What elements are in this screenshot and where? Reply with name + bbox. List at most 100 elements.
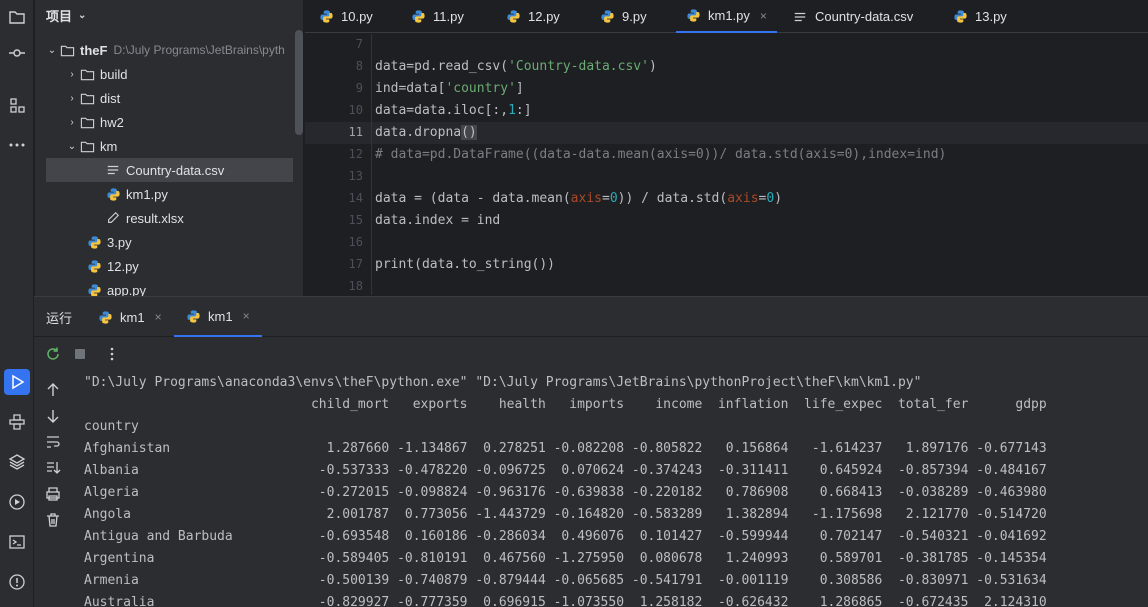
line-number: 9 xyxy=(355,81,363,95)
project-scrollbar[interactable] xyxy=(295,30,303,135)
line-number: 14 xyxy=(348,191,363,205)
more-vertical-icon[interactable] xyxy=(101,343,123,365)
tab-label: 12.py xyxy=(528,9,560,24)
chevron-right-icon[interactable]: › xyxy=(65,117,79,128)
code-line-current: data.dropna() xyxy=(375,125,477,140)
python-file-icon xyxy=(98,309,114,325)
trash-icon[interactable] xyxy=(42,509,64,531)
folder-icon[interactable] xyxy=(4,4,30,30)
python-file-icon xyxy=(953,9,969,25)
terminal-icon[interactable] xyxy=(4,529,30,555)
console-line-index-name: country xyxy=(84,419,139,434)
close-icon[interactable]: × xyxy=(760,9,767,23)
code-editor[interactable]: 7 8 9 10 11 12 13 14 15 16 17 18 data=pd… xyxy=(305,34,1148,295)
line-number: 18 xyxy=(348,279,363,293)
tree-item-app-py[interactable]: app.py xyxy=(86,278,146,296)
soft-wrap-icon[interactable] xyxy=(42,431,64,453)
console-line: Albania -0.537333 -0.478220 -0.096725 0.… xyxy=(84,463,1047,478)
run-tab-km1-active[interactable]: km1 × xyxy=(174,297,262,337)
run-panel-header: 运行 km1 × km1 × xyxy=(34,296,1148,337)
scroll-to-end-icon[interactable] xyxy=(42,457,64,479)
tab-13-py[interactable]: 13.py xyxy=(953,0,1007,33)
folder-icon xyxy=(79,66,95,82)
line-number-current: 11 xyxy=(348,125,363,139)
tree-item-build[interactable]: › build xyxy=(65,62,127,86)
tree-item-km1-py[interactable]: km1.py xyxy=(105,182,168,206)
run-toolbar xyxy=(34,337,1148,371)
editor-tab-bar: 10.py 11.py 12.py 9.py km1.py × Country-… xyxy=(305,0,1148,33)
tree-item-3-py[interactable]: 3.py xyxy=(86,230,132,254)
tab-label: 10.py xyxy=(341,9,373,24)
text-file-icon xyxy=(105,162,121,178)
tree-item-label: 12.py xyxy=(107,258,139,274)
tree-root-name: theF xyxy=(80,42,108,58)
rerun-icon[interactable] xyxy=(42,343,64,365)
code-line: ind=data['country'] xyxy=(375,81,524,96)
folder-icon xyxy=(79,114,95,130)
line-number: 16 xyxy=(348,235,363,249)
code-line: print(data.to_string()) xyxy=(375,257,556,272)
line-number: 13 xyxy=(348,169,363,183)
tab-label: 9.py xyxy=(622,9,647,24)
tree-item-label: 3.py xyxy=(107,234,132,250)
console-side-toolbar xyxy=(34,371,72,607)
chevron-right-icon[interactable]: › xyxy=(65,69,79,80)
chevron-down-icon[interactable]: ⌄ xyxy=(45,45,59,56)
tree-root[interactable]: ⌄ theF D:\July Programs\JetBrains\pyth xyxy=(45,38,285,62)
problems-icon[interactable] xyxy=(4,569,30,595)
tree-item-hw2[interactable]: › hw2 xyxy=(65,110,124,134)
services-icon[interactable] xyxy=(4,489,30,515)
tree-item-km[interactable]: ⌄ km xyxy=(65,134,118,158)
arrow-down-icon[interactable] xyxy=(42,405,64,427)
code-line: data=pd.read_csv('Country-data.csv') xyxy=(375,59,657,74)
chevron-down-icon[interactable]: ⌄ xyxy=(65,141,79,152)
layers-icon[interactable] xyxy=(4,449,30,475)
line-number: 10 xyxy=(348,103,363,117)
python-file-icon xyxy=(86,258,102,274)
line-number: 8 xyxy=(355,59,363,73)
tab-country-data-csv[interactable]: Country-data.csv xyxy=(793,0,913,33)
python-file-icon xyxy=(105,186,121,202)
commit-icon[interactable] xyxy=(4,40,30,66)
python-file-icon xyxy=(506,9,522,25)
arrow-up-icon[interactable] xyxy=(42,379,64,401)
close-icon[interactable]: × xyxy=(243,309,250,323)
console-output[interactable]: "D:\July Programs\anaconda3\envs\theF\py… xyxy=(72,371,1148,607)
python-file-icon xyxy=(411,9,427,25)
line-number: 12 xyxy=(348,147,363,161)
chevron-down-icon[interactable]: ⌄ xyxy=(78,10,86,21)
console-line: Algeria -0.272015 -0.098824 -0.963176 -0… xyxy=(84,485,1047,500)
console-line-header: child_mort exports health imports income… xyxy=(84,397,1047,412)
project-header[interactable]: 项目 ⌄ xyxy=(35,0,303,30)
tree-item-label: km1.py xyxy=(126,186,168,202)
console-line: Antigua and Barbuda -0.693548 0.160186 -… xyxy=(84,529,1047,544)
tab-11-py[interactable]: 11.py xyxy=(411,0,464,33)
console-line-command: "D:\July Programs\anaconda3\envs\theF\py… xyxy=(84,375,922,390)
run-tab-label: km1 xyxy=(120,309,145,325)
python-file-icon xyxy=(686,8,702,24)
run-panel-title: 运行 xyxy=(46,310,73,326)
tab-9-py[interactable]: 9.py xyxy=(600,0,647,33)
line-number: 15 xyxy=(348,213,363,227)
structure-icon[interactable] xyxy=(4,92,30,118)
tree-item-country-data-csv[interactable]: Country-data.csv xyxy=(46,158,293,182)
close-icon[interactable]: × xyxy=(155,310,162,324)
tab-km1-py[interactable]: km1.py × xyxy=(676,0,777,33)
tree-item-dist[interactable]: › dist xyxy=(65,86,120,110)
tab-12-py[interactable]: 12.py xyxy=(506,0,560,33)
tree-item-label: dist xyxy=(100,90,121,106)
run-tab-km1[interactable]: km1 × xyxy=(98,297,162,337)
code-line-comment: # data=pd.DataFrame((data-data.mean(axis… xyxy=(375,147,947,162)
console-line: Afghanistan 1.287660 -1.134867 0.278251 … xyxy=(84,441,1047,456)
tree-item-result-xlsx[interactable]: result.xlsx xyxy=(105,206,184,230)
python-console-icon[interactable] xyxy=(4,409,30,435)
tree-item-label: app.py xyxy=(107,282,147,297)
tree-item-12-py[interactable]: 12.py xyxy=(86,254,139,278)
print-icon[interactable] xyxy=(42,483,64,505)
chevron-right-icon[interactable]: › xyxy=(65,93,79,104)
run-icon[interactable] xyxy=(4,369,30,395)
tab-10-py[interactable]: 10.py xyxy=(319,0,373,33)
stop-icon[interactable] xyxy=(69,343,91,365)
more-icon[interactable] xyxy=(4,132,30,158)
code-line: data=data.iloc[:,1:] xyxy=(375,103,532,118)
